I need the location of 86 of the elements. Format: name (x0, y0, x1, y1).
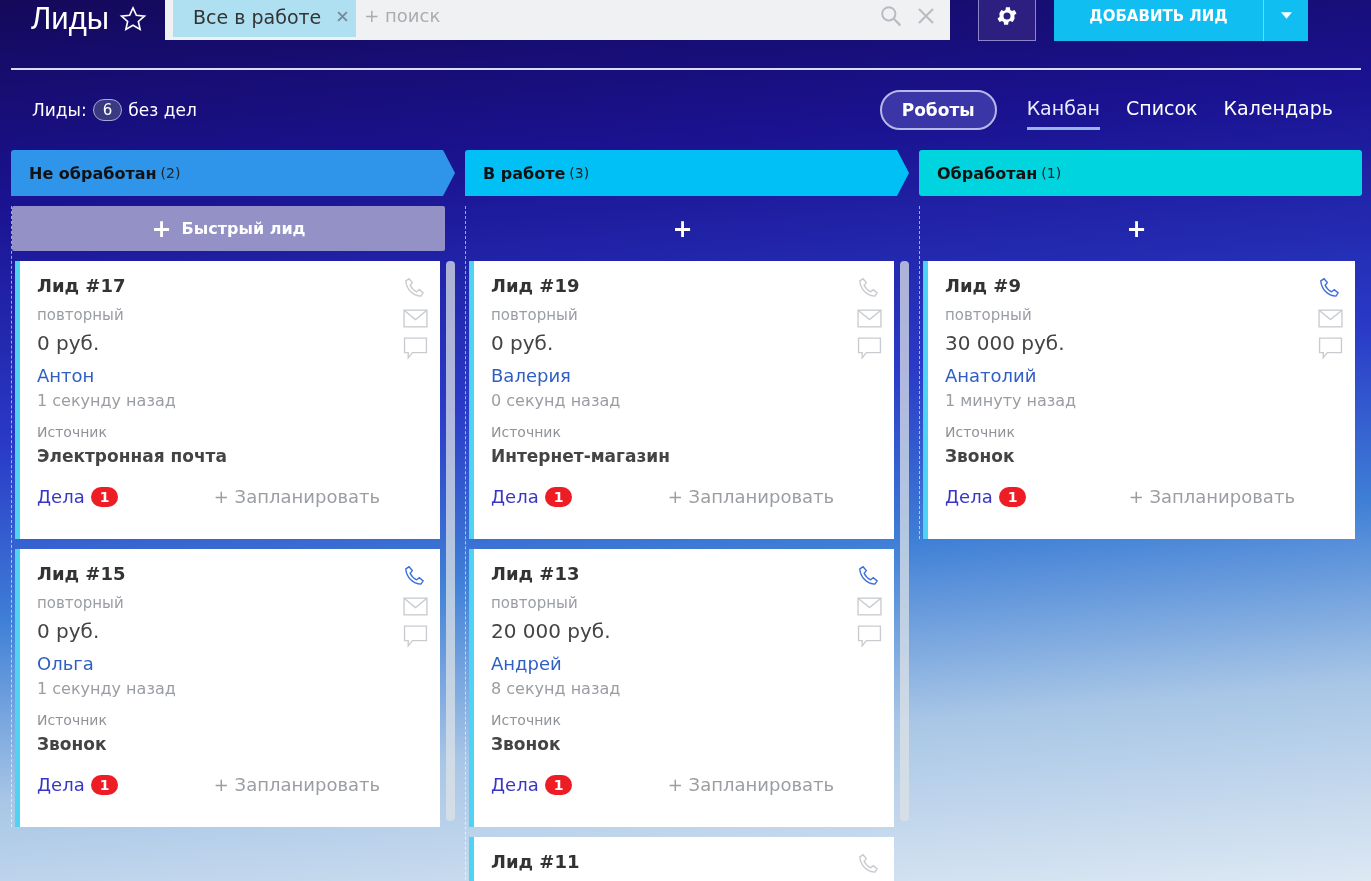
scrollbar[interactable] (900, 261, 909, 821)
lead-amount: 0 руб. (37, 331, 100, 355)
lead-amount: 20 000 руб. (491, 619, 611, 643)
tasks-link[interactable]: Дела (945, 486, 993, 507)
source-label: Источник (37, 712, 107, 728)
tasks-link[interactable]: Дела (37, 486, 85, 507)
mail-icon[interactable] (856, 597, 882, 616)
column-header: В работе (3) (465, 150, 909, 196)
search-icon[interactable] (880, 4, 903, 27)
caret-icon (1280, 12, 1292, 19)
star-icon[interactable] (119, 4, 148, 33)
lead-amount: 0 руб. (37, 619, 100, 643)
lead-title[interactable]: Лид #15 (37, 563, 126, 584)
source-value: Электронная почта (37, 446, 227, 466)
contact-link[interactable]: Ольга (37, 653, 94, 674)
tasks-count-badge: 1 (544, 486, 573, 507)
robots-button[interactable]: Роботы (879, 90, 997, 130)
lead-card[interactable]: Лид #13 повторный 20 000 руб. Андрей 8 секунд назад Источник Звонок Дела 1 + Запланировать (469, 549, 895, 827)
mail-icon[interactable] (856, 309, 882, 328)
tasks-count-badge: 1 (90, 774, 119, 795)
tasks-link[interactable]: Дела (491, 486, 539, 507)
lead-type: повторный (945, 306, 1032, 324)
lead-title[interactable]: Лид #11 (491, 851, 580, 872)
source-label: Источник (37, 424, 107, 440)
source-value: Звонок (945, 446, 1015, 466)
chat-icon[interactable] (856, 624, 882, 649)
lead-time: 1 минуту назад (945, 391, 1077, 410)
lead-type: повторный (491, 594, 578, 612)
lead-amount: 30 000 руб. (945, 331, 1065, 355)
lead-type: повторный (37, 594, 124, 612)
contact-link[interactable]: Андрей (491, 653, 562, 674)
lead-card[interactable]: Лид #9 повторный 30 000 руб. Анатолий 1 минуту назад Источник Звонок Дела 1 + Запланировать (923, 261, 1355, 539)
source-label: Источник (491, 712, 561, 728)
tasks-link[interactable]: Дела (37, 774, 85, 795)
contact-link[interactable]: Валерия (491, 365, 571, 386)
settings-button[interactable] (978, 0, 1037, 41)
mail-icon[interactable] (402, 597, 428, 616)
contact-link[interactable]: Антон (37, 365, 95, 386)
chat-icon[interactable] (856, 336, 882, 361)
summary-label: Лиды: (32, 100, 87, 120)
lead-time: 0 секунд назад (491, 391, 621, 410)
chat-icon[interactable] (402, 336, 428, 361)
view-tab[interactable]: Канбан (1026, 90, 1100, 130)
view-tab[interactable]: Календарь (1223, 90, 1333, 130)
dropdown-button[interactable] (1264, 0, 1309, 41)
lead-title[interactable]: Лид #13 (491, 563, 580, 584)
tasks-link[interactable]: Дела (491, 774, 539, 795)
lead-card[interactable]: Лид #15 повторный 0 руб. Ольга 1 секунду назад Источник Звонок Дела 1 + Запланировать (15, 549, 441, 827)
page-title: Лиды (31, 0, 110, 37)
add-card-button[interactable]: + (920, 206, 1353, 251)
lead-card[interactable]: Лид #17 повторный 0 руб. Антон 1 секунду назад Источник Электронная почта Дела 1 + Запланировать (15, 261, 441, 539)
lead-type: повторный (491, 306, 578, 324)
lead-amount: 0 руб. (491, 331, 554, 355)
contact-link[interactable]: Анатолий (945, 365, 1037, 386)
source-label: Источник (491, 424, 561, 440)
mail-icon[interactable] (402, 309, 428, 328)
lead-card[interactable]: Лид #19 повторный 0 руб. Валерия 0 секунд назад Источник Интернет-магазин Дела 1 + Запланировать (469, 261, 895, 539)
tasks-count-badge: 1 (544, 774, 573, 795)
source-label: Источник (945, 424, 1015, 440)
search-field[interactable]: Все в работе + поиск (165, 0, 951, 40)
close-icon[interactable] (337, 11, 349, 22)
lead-time: 1 секунду назад (37, 679, 176, 698)
add-card-button[interactable]: + (466, 206, 899, 251)
source-value: Звонок (37, 734, 107, 754)
chat-icon[interactable] (1317, 336, 1343, 361)
lead-card[interactable]: Лид #11 (469, 837, 895, 881)
lead-title[interactable]: Лид #19 (491, 275, 580, 296)
lead-type: повторный (37, 306, 124, 324)
chat-icon[interactable] (402, 624, 428, 649)
count-badge: 6 (92, 99, 123, 121)
summary-text: без дел (128, 100, 197, 120)
column-header: Не обработан (2) (11, 150, 455, 196)
lead-title[interactable]: Лид #9 (945, 275, 1021, 296)
source-value: Интернет-магазин (491, 446, 670, 466)
filter-chip[interactable]: Все в работе (173, 0, 357, 37)
source-value: Звонок (491, 734, 561, 754)
mail-icon[interactable] (1317, 309, 1343, 328)
lead-title[interactable]: Лид #17 (37, 275, 126, 296)
lead-time: 8 секунд назад (491, 679, 621, 698)
tasks-count-badge: 1 (90, 486, 119, 507)
lead-time: 1 секунду назад (37, 391, 176, 410)
tasks-count-badge: 1 (998, 486, 1027, 507)
column-header: Обработан (1) (919, 150, 1362, 196)
view-tab[interactable]: Список (1125, 90, 1198, 130)
scrollbar[interactable] (446, 261, 455, 821)
clear-icon[interactable] (916, 5, 937, 26)
